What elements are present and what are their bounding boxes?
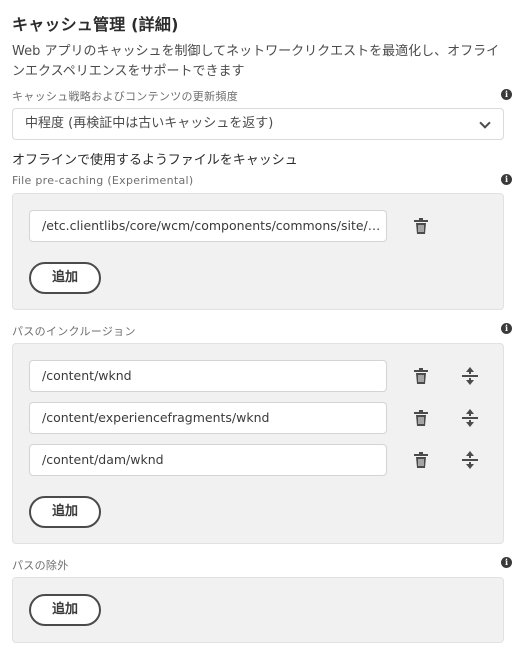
- exclusions-panel: 追加: [12, 577, 504, 643]
- info-icon[interactable]: i: [501, 323, 512, 334]
- add-exclusion-button[interactable]: 追加: [29, 594, 101, 626]
- info-icon[interactable]: i: [501, 89, 512, 100]
- cache-strategy-selected-value: 中程度 (再検証中は古いキャッシュを返す): [25, 116, 274, 131]
- info-icon[interactable]: i: [501, 557, 512, 568]
- inclusion-path-input[interactable]: /content/wknd: [29, 360, 387, 392]
- precaching-panel: /etc.clientlibs/core/wcm/components/comm…: [12, 193, 504, 310]
- inclusion-path-input[interactable]: /content/experiencefragments/wknd: [29, 402, 387, 434]
- drag-handle-icon[interactable]: [459, 449, 481, 471]
- inclusions-panel: /content/wknd /content/experiencefragmen…: [12, 343, 504, 544]
- trash-icon[interactable]: [410, 365, 432, 387]
- cache-management-page: キャッシュ管理 (詳細) Web アプリのキャッシュを制御してネットワークリクエ…: [0, 0, 524, 654]
- page-title: キャッシュ管理 (詳細): [12, 15, 179, 34]
- chevron-down-icon: [479, 117, 491, 129]
- add-inclusion-button[interactable]: 追加: [29, 496, 101, 528]
- drag-handle-icon[interactable]: [459, 407, 481, 429]
- cache-strategy-select[interactable]: 中程度 (再検証中は古いキャッシュを返す): [12, 108, 504, 140]
- inclusions-label: パスのインクルージョン: [12, 325, 136, 338]
- trash-icon[interactable]: [410, 449, 432, 471]
- page-description: Web アプリのキャッシュを制御してネットワークリクエストを最適化し、オフライン…: [12, 44, 500, 79]
- trash-icon[interactable]: [410, 407, 432, 429]
- inclusion-path-input[interactable]: /content/dam/wknd: [29, 444, 387, 476]
- cache-strategy-label: キャッシュ戦略およびコンテンツの更新頻度: [12, 90, 238, 103]
- precaching-path-input[interactable]: /etc.clientlibs/core/wcm/components/comm…: [29, 210, 387, 242]
- info-icon[interactable]: i: [501, 174, 512, 185]
- exclusions-label: パスの除外: [12, 559, 69, 572]
- add-precaching-button[interactable]: 追加: [29, 262, 101, 294]
- precaching-label: File pre-caching (Experimental): [12, 174, 194, 187]
- offline-heading: オフラインで使用するようファイルをキャッシュ: [12, 153, 298, 168]
- drag-handle-icon[interactable]: [459, 365, 481, 387]
- trash-icon[interactable]: [410, 215, 432, 237]
